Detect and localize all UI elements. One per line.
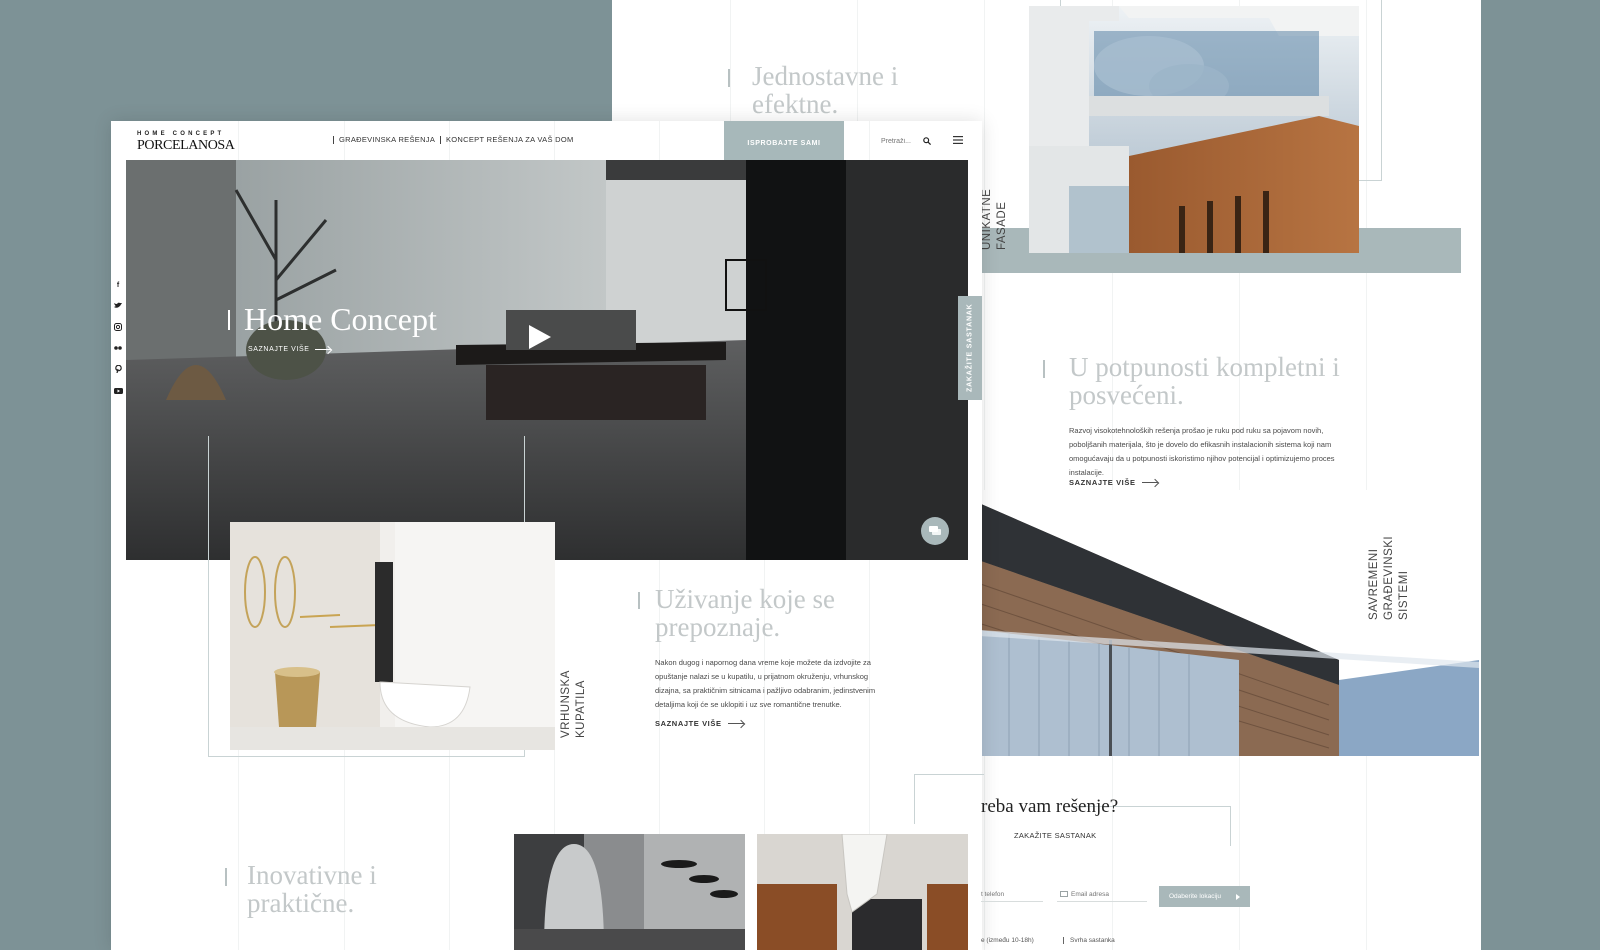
chevron-right-icon <box>1236 893 1240 900</box>
hamburger-menu-icon[interactable] <box>953 136 963 144</box>
logo[interactable]: HOME CONCEPT PORCELANOSA <box>137 131 235 153</box>
search-input[interactable] <box>881 133 916 149</box>
play-icon[interactable] <box>529 325 551 349</box>
bathroom-image <box>230 522 555 750</box>
search-icon[interactable] <box>923 137 931 145</box>
top-nav: HOME CONCEPT PORCELANOSA GRAĐEVINSKA REŠ… <box>111 121 982 166</box>
nav-link-home-concept[interactable]: KONCEPT REŠENJA ZA VAŠ DOM <box>440 136 574 144</box>
complete-more-link[interactable]: SAZNAJTE VIŠE <box>1069 478 1158 487</box>
section-heading-simple: Jednostavne i efektne. <box>752 61 899 119</box>
twitter-icon[interactable] <box>113 302 123 312</box>
time-label: e (između 10-18h) <box>981 937 1034 944</box>
form-heading: reba vam rešenje? <box>981 796 1119 817</box>
email-input[interactable] <box>1057 888 1147 902</box>
bath-body-text: Nakon dugog i napornog dana vreme koje m… <box>655 658 876 709</box>
meeting-form: reba vam rešenje? ZAKAŽITE SASTANAK Odab… <box>893 774 1353 950</box>
flickr-icon[interactable] <box>113 344 123 354</box>
section-heading-bath: Uživanje koje se prepoznaje. <box>655 584 835 642</box>
complete-body-text: Razvoj visokotehnoloških rešenja prošao … <box>1069 426 1335 477</box>
section-heading-complete: U potpunosti kompletni i posvećeni. <box>1069 352 1340 410</box>
bath-label: Vrhunska kupatila <box>560 670 587 738</box>
facade-label: Unikatne fasade <box>981 188 1008 250</box>
hero-more-link[interactable]: SAZNAJTE VIŠE <box>248 346 332 353</box>
facade-image <box>1029 6 1359 253</box>
bath-more-link[interactable]: SAZNAJTE VIŠE <box>655 719 744 728</box>
phone-input[interactable] <box>981 888 1043 902</box>
location-select[interactable]: Odaberite lokaciju <box>1159 886 1250 907</box>
pinterest-icon[interactable] <box>113 364 123 375</box>
building-image <box>949 490 1479 756</box>
form-subheading: ZAKAŽITE SASTANAK <box>1014 831 1097 840</box>
chat-icon[interactable] <box>921 517 949 545</box>
facebook-icon[interactable]: f <box>113 281 123 291</box>
nav-link-construction[interactable]: GRAĐEVINSKA REŠENJA <box>333 136 435 144</box>
interior-image-1 <box>514 834 745 950</box>
hero-title: Home Concept <box>244 301 437 337</box>
youtube-icon[interactable] <box>113 386 123 396</box>
schedule-meeting-tab[interactable]: ZAKAŽITE SASTANAK <box>958 296 982 400</box>
section-heading-innovative: Inovativne i praktične. <box>247 860 377 918</box>
purpose-label: Svrha sastanka <box>1063 937 1115 944</box>
instagram-icon[interactable] <box>113 323 123 333</box>
social-bar: f <box>113 281 123 407</box>
front-page: HOME CONCEPT PORCELANOSA GRAĐEVINSKA REŠ… <box>111 121 982 950</box>
systems-label: Savremeni građevinski sistemi <box>1368 535 1410 620</box>
